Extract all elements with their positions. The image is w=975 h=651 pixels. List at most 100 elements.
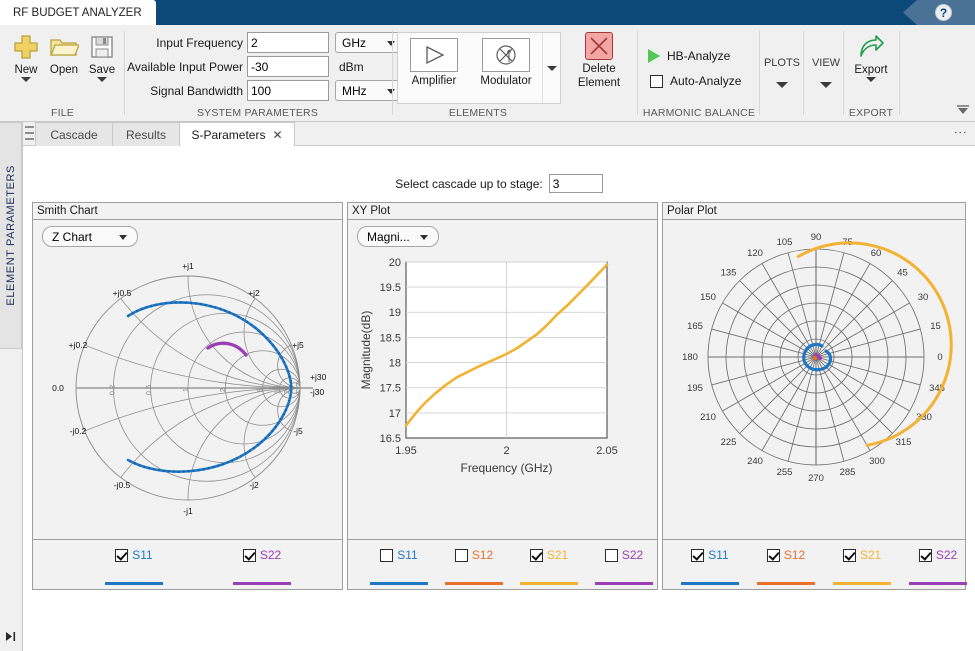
legend-item-s11[interactable]: S11 bbox=[370, 548, 428, 585]
tab-results-label: Results bbox=[126, 128, 166, 142]
checkbox-s11[interactable] bbox=[115, 549, 128, 562]
legend-item-s22[interactable]: S22 bbox=[909, 548, 967, 585]
modulator-label: Modulator bbox=[480, 75, 531, 87]
hb-analyze-label: HB-Analyze bbox=[667, 49, 730, 63]
legend-check-row[interactable]: S22 bbox=[605, 548, 643, 562]
sidebar-item-element-parameters[interactable]: ELEMENT PARAMETERS bbox=[0, 122, 22, 349]
auto-analyze-checkbox-row[interactable]: Auto-Analyze bbox=[650, 74, 741, 88]
save-dropdown-caret-icon[interactable] bbox=[97, 77, 107, 82]
legend-color-swatch-s12 bbox=[757, 582, 815, 585]
modulator-element-button[interactable]: Modulator bbox=[470, 33, 542, 87]
polar-plot-title: Polar Plot bbox=[663, 203, 965, 220]
legend-check-row[interactable]: S12 bbox=[455, 548, 493, 562]
svg-text:270: 270 bbox=[808, 473, 824, 484]
legend-label-s21: S21 bbox=[860, 548, 881, 562]
app-title-tab[interactable]: RF BUDGET ANALYZER bbox=[0, 0, 156, 25]
checkbox-s22[interactable] bbox=[243, 549, 256, 562]
input-frequency-field[interactable]: 2 bbox=[247, 32, 329, 53]
more-options-icon[interactable]: ⋮ bbox=[954, 126, 967, 139]
stage-selector-row: Select cascade up to stage: 3 bbox=[23, 174, 975, 193]
checkbox-s12[interactable] bbox=[767, 549, 780, 562]
delete-element-button[interactable]: Delete Element bbox=[573, 32, 625, 90]
legend-item-s21[interactable]: S21 bbox=[833, 548, 891, 585]
legend-item-s22[interactable]: S22 bbox=[595, 548, 653, 585]
left-sidebar: ELEMENT PARAMETERS bbox=[0, 122, 23, 651]
elements-more-button[interactable] bbox=[542, 33, 560, 103]
svg-text:20: 20 bbox=[282, 386, 291, 394]
amplifier-label: Amplifier bbox=[412, 75, 457, 87]
amplifier-element-button[interactable]: Amplifier bbox=[398, 33, 470, 87]
available-input-power-field[interactable]: -30 bbox=[247, 56, 329, 77]
tab-drag-handle-icon[interactable] bbox=[25, 126, 34, 140]
stage-selector-input[interactable]: 3 bbox=[549, 174, 603, 193]
polar-plot-legend: S11 S12 S21 S22 bbox=[663, 539, 965, 589]
expand-panel-icon[interactable] bbox=[4, 630, 17, 646]
svg-text:120: 120 bbox=[747, 248, 763, 259]
legend-item-s11[interactable]: S11 bbox=[105, 548, 163, 585]
polar-plot-panel: Polar Plot bbox=[662, 202, 966, 590]
legend-color-swatch-s21 bbox=[833, 582, 891, 585]
chevron-down-icon bbox=[547, 66, 557, 71]
view-group-button[interactable]: VIEW bbox=[804, 29, 848, 115]
xy-plot-title: XY Plot bbox=[348, 203, 657, 220]
polar-plot-chart: 0 15 30 45 60 75 90 105 120 135 150 165 bbox=[663, 220, 965, 540]
checkbox-s12[interactable] bbox=[455, 549, 468, 562]
plots-group-button[interactable]: PLOTS bbox=[760, 29, 804, 115]
hb-analyze-button[interactable]: HB-Analyze bbox=[648, 49, 730, 63]
harmonic-balance-group-label: HARMONIC BALANCE bbox=[638, 107, 760, 119]
smith-chart-title: Smith Chart bbox=[33, 203, 342, 220]
auto-analyze-checkbox[interactable] bbox=[650, 75, 663, 88]
title-bar: RF BUDGET ANALYZER ? bbox=[0, 0, 975, 25]
legend-check-row[interactable]: S11 bbox=[115, 548, 152, 562]
legend-item-s21[interactable]: S21 bbox=[520, 548, 578, 585]
legend-check-row[interactable]: S11 bbox=[380, 548, 417, 562]
legend-check-row[interactable]: S22 bbox=[243, 548, 281, 562]
legend-item-s22[interactable]: S22 bbox=[233, 548, 291, 585]
svg-text:150: 150 bbox=[700, 292, 716, 303]
export-dropdown-caret-icon[interactable] bbox=[866, 77, 876, 82]
tab-s-parameters[interactable]: S-Parameters ✕ bbox=[179, 122, 295, 147]
legend-check-row[interactable]: S11 bbox=[691, 548, 728, 562]
legend-item-s12[interactable]: S12 bbox=[757, 548, 815, 585]
legend-item-s12[interactable]: S12 bbox=[445, 548, 503, 585]
svg-text:19: 19 bbox=[389, 307, 401, 319]
folder-icon bbox=[49, 31, 79, 63]
tab-cascade[interactable]: Cascade bbox=[35, 122, 113, 146]
input-frequency-row: Input Frequency 2 GHz bbox=[125, 32, 403, 53]
tab-cascade-label: Cascade bbox=[50, 128, 97, 142]
rf-budget-analyzer-window: RF BUDGET ANALYZER ? New bbox=[0, 0, 975, 651]
smith-chart-panel: Smith Chart Z Chart bbox=[32, 202, 343, 590]
svg-text:195: 195 bbox=[687, 383, 703, 394]
legend-label-s21: S21 bbox=[547, 548, 568, 562]
tab-s-parameters-label: S-Parameters bbox=[191, 128, 265, 142]
signal-bandwidth-field[interactable]: 100 bbox=[247, 80, 329, 101]
legend-label-s22: S22 bbox=[260, 548, 281, 562]
save-button[interactable]: Save bbox=[80, 31, 124, 82]
legend-check-row[interactable]: S21 bbox=[843, 548, 881, 562]
legend-check-row[interactable]: S22 bbox=[919, 548, 957, 562]
checkbox-s11[interactable] bbox=[380, 549, 393, 562]
checkbox-s11[interactable] bbox=[691, 549, 704, 562]
smith-series-s22 bbox=[208, 343, 246, 355]
checkbox-s21[interactable] bbox=[530, 549, 543, 562]
ribbon-group-elements: Amplifier Modulator bbox=[393, 27, 636, 120]
tab-strip: Cascade Results S-Parameters ✕ ⋮ bbox=[23, 122, 975, 146]
legend-label-s12: S12 bbox=[784, 548, 805, 562]
collapse-ribbon-icon[interactable] bbox=[956, 104, 970, 119]
delete-x-icon bbox=[585, 32, 613, 60]
new-dropdown-caret-icon[interactable] bbox=[21, 77, 31, 82]
tab-results[interactable]: Results bbox=[112, 122, 180, 146]
svg-text:255: 255 bbox=[777, 467, 793, 478]
help-icon[interactable]: ? bbox=[935, 4, 952, 21]
legend-check-row[interactable]: S21 bbox=[530, 548, 568, 562]
svg-text:210: 210 bbox=[700, 412, 716, 423]
checkbox-s21[interactable] bbox=[843, 549, 856, 562]
checkbox-s22[interactable] bbox=[605, 549, 618, 562]
available-input-power-unit: dBm bbox=[339, 60, 364, 74]
export-button[interactable]: Export bbox=[849, 31, 893, 82]
legend-item-s11[interactable]: S11 bbox=[681, 548, 739, 585]
svg-text:-j2: -j2 bbox=[249, 480, 259, 490]
legend-check-row[interactable]: S12 bbox=[767, 548, 805, 562]
close-icon[interactable]: ✕ bbox=[272, 128, 282, 142]
checkbox-s22[interactable] bbox=[919, 549, 932, 562]
